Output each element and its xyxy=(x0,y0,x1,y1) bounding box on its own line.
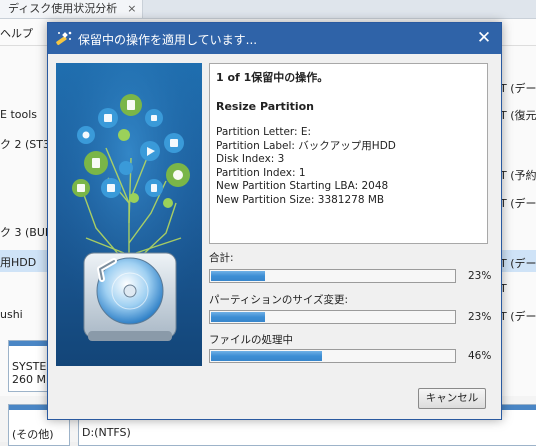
progress-resize-label: パーティションのサイズ変更: xyxy=(209,294,349,306)
disk-network-illustration xyxy=(56,63,202,366)
disk-list-item[interactable]: 用HDD xyxy=(0,254,36,270)
disk-list-item[interactable]: E tools xyxy=(0,108,37,121)
progress-file-fill xyxy=(211,351,322,361)
operation-count-heading: 1 of 1保留中の操作。 xyxy=(216,71,329,84)
operation-detail-list: Partition Letter: E: Partition Label: バッ… xyxy=(216,126,481,207)
tab-title: ディスク使用状況分析 xyxy=(8,2,118,15)
detail-partition-size: New Partition Size: 3381278 MB xyxy=(216,193,385,206)
progress-resize-bar xyxy=(209,310,456,324)
progress-total-percent: 23% xyxy=(468,270,492,282)
progress-resize-fill xyxy=(211,312,266,322)
progress-file-bar xyxy=(209,349,456,363)
disk-list-item[interactable]: ushi xyxy=(0,308,23,321)
partition-label: (その他) xyxy=(12,428,54,441)
dialog-title: 保留中の操作を適用しています... xyxy=(78,33,258,47)
partition-type-cell: T (データパ xyxy=(500,257,536,270)
partition-type-column xyxy=(498,46,536,442)
operation-name: Resize Partition xyxy=(216,100,315,113)
partition-type-cell: T (予約パ xyxy=(500,169,536,182)
apply-pending-operations-dialog: 保留中の操作を適用しています... ✕ 1 of 1保留中の操作。 Resize… xyxy=(47,22,502,420)
detail-partition-letter: Partition Letter: E: xyxy=(216,126,312,138)
wand-icon xyxy=(56,31,72,46)
detail-starting-lba: New Partition Starting LBA: 2048 xyxy=(216,180,389,192)
partition-type-cell: T (データパ xyxy=(500,197,536,210)
progress-total-label: 合計: xyxy=(209,252,234,264)
detail-partition-label: Partition Label: バックアップ用HDD xyxy=(216,139,396,152)
partition-type-cell: T (復元パ xyxy=(500,109,536,122)
tab-disk-usage[interactable]: ディスク使用状況分析 × xyxy=(0,0,144,18)
progress-resize-percent: 23% xyxy=(468,311,492,323)
cancel-button[interactable]: キャンセル xyxy=(418,388,486,409)
partition-type-cell: T (データパ xyxy=(500,310,536,323)
tab-close-icon[interactable]: × xyxy=(127,2,136,15)
menu-help[interactable]: ヘルプ xyxy=(0,25,33,41)
detail-disk-index: Disk Index: 3 xyxy=(216,153,285,165)
detail-partition-index: Partition Index: 1 xyxy=(216,166,306,179)
partition-usage-bar xyxy=(9,341,49,346)
progress-total-fill xyxy=(211,271,266,281)
progress-file-percent: 46% xyxy=(468,350,492,362)
partition-type-cell: T (データパ xyxy=(500,82,536,95)
app-tab-bar: ディスク使用状況分析 × xyxy=(0,0,536,19)
dialog-titlebar[interactable]: 保留中の操作を適用しています... ✕ xyxy=(48,23,501,54)
illustration-graphic xyxy=(56,63,202,366)
progress-file-label: ファイルの処理中 xyxy=(209,334,293,346)
operation-details-box: 1 of 1保留中の操作。 Resize Partition Partition… xyxy=(209,63,488,244)
close-icon[interactable]: ✕ xyxy=(467,23,501,54)
partition-label: D:(NTFS) xyxy=(82,426,131,439)
progress-total-bar xyxy=(209,269,456,283)
